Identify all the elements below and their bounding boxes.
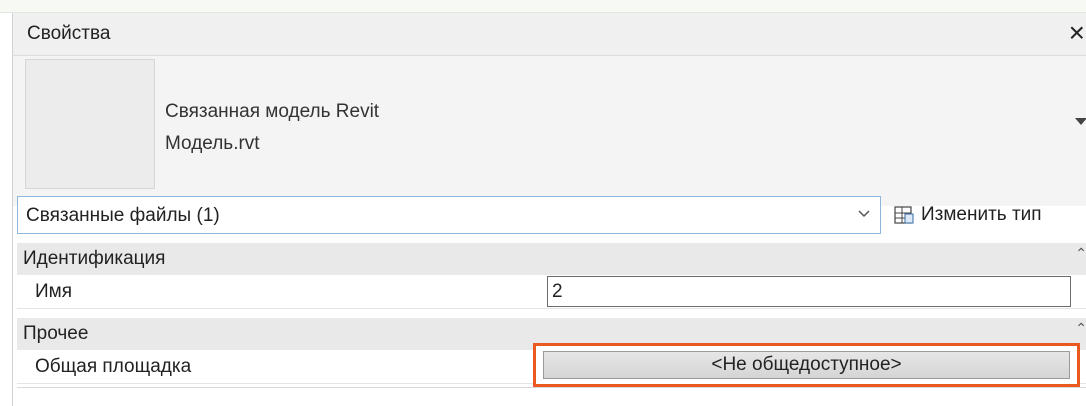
collapse-icon[interactable]: ⌃: [1075, 320, 1086, 337]
type-dropdown-arrow-icon[interactable]: [1075, 118, 1086, 125]
type-preview-image: [25, 59, 155, 189]
chevron-down-icon: [858, 210, 870, 218]
top-strip: [0, 0, 1086, 13]
instance-filter-dropdown[interactable]: Связанные файлы (1): [17, 196, 881, 234]
divider: [17, 387, 1086, 388]
instance-filter-value: Связанные файлы (1): [26, 205, 220, 226]
type-file-label: Модель.rvt: [165, 133, 260, 154]
highlight-box: <Не общедоступное>: [533, 343, 1080, 387]
property-row-name: Имя 2: [17, 275, 1086, 309]
collapse-icon[interactable]: ⌃: [1075, 245, 1086, 262]
section-label: Прочее: [23, 323, 89, 344]
name-value: 2: [552, 281, 563, 302]
palette-title: Свойства: [27, 23, 111, 44]
palette-titlebar: Свойства ×: [13, 13, 1086, 56]
property-label: Имя: [35, 281, 73, 302]
type-selector[interactable]: Связанная модель Revit Модель.rvt: [13, 56, 1086, 206]
close-icon[interactable]: ×: [1069, 18, 1085, 48]
section-label: Идентификация: [23, 248, 166, 269]
edit-type-icon: [894, 206, 914, 224]
name-input[interactable]: 2: [547, 276, 1071, 307]
property-label: Общая площадка: [35, 356, 192, 377]
shared-site-button[interactable]: <Не общедоступное>: [543, 351, 1070, 379]
section-identity[interactable]: Идентификация ⌃: [17, 242, 1086, 275]
type-family-label: Связанная модель Revit: [165, 101, 380, 122]
type-name: Связанная модель Revit Модель.rvt: [165, 96, 379, 160]
edit-type-button[interactable]: Изменить тип: [893, 200, 1042, 230]
properties-palette: Свойства × Связанная модель Revit Модель…: [12, 13, 1086, 406]
edit-type-label: Изменить тип: [921, 204, 1042, 225]
